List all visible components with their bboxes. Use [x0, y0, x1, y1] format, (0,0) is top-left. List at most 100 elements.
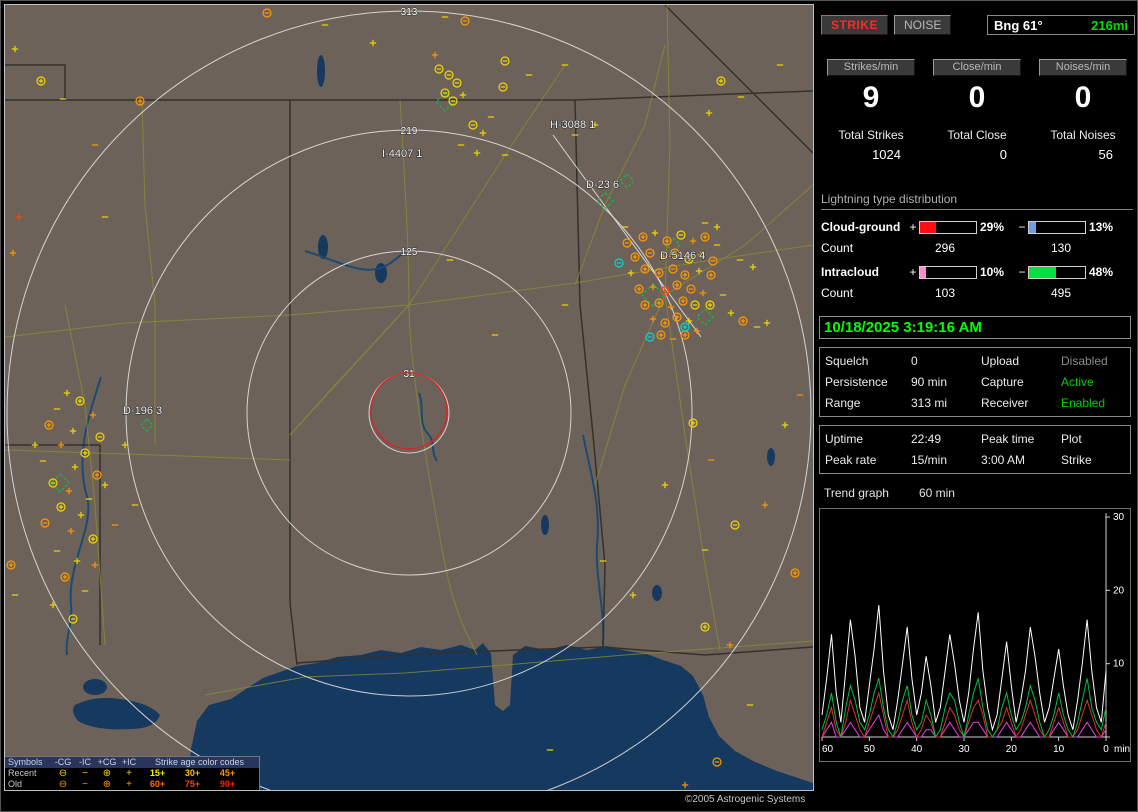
ic-negative-bar	[1028, 266, 1086, 279]
svg-text:60: 60	[822, 744, 834, 755]
strike-map[interactable]: 31321912531H-3088 1I-4407 1D-23 6D-5146 …	[4, 4, 814, 791]
cg-negative-percent: 13%	[1086, 220, 1125, 234]
legend-col-neg-cg: -CG	[52, 757, 74, 768]
svg-text:10: 10	[1053, 744, 1065, 755]
intracloud-label: Intracloud	[819, 265, 907, 279]
peak-time-value: 3:00 AM	[981, 453, 1061, 467]
svg-text:I-4407 1: I-4407 1	[382, 148, 422, 160]
plot-label: Plot	[1061, 432, 1130, 446]
close-per-min-value: 0	[925, 81, 1029, 115]
noises-per-min-value: 0	[1031, 81, 1135, 115]
circle-minus-icon: ⊖	[52, 779, 74, 790]
copyright-text: ©2005 Astrogenic Systems	[685, 794, 805, 805]
circle-plus-icon: ⊕	[96, 779, 118, 790]
squelch-label: Squelch	[825, 354, 911, 368]
legend-col-neg-ic: -IC	[74, 757, 96, 768]
peak-rate-label: Peak rate	[825, 453, 911, 467]
total-noises-label: Total Noises	[1031, 128, 1135, 142]
age-45: 45+	[210, 768, 245, 779]
ic-positive-bar	[919, 266, 977, 279]
svg-text:D-196 3: D-196 3	[123, 405, 162, 417]
total-noises-value: 56	[1031, 147, 1135, 162]
range-setting-value: 313 mi	[911, 396, 981, 410]
age-60: 60+	[140, 779, 175, 790]
cg-positive-count: 296	[921, 241, 1039, 255]
legend-col-pos-cg: +CG	[96, 757, 118, 768]
count-label: Count	[819, 286, 921, 300]
total-strikes-value: 1024	[819, 147, 923, 162]
svg-text:125: 125	[401, 247, 418, 258]
minus-sign: −	[1016, 220, 1028, 234]
noises-per-min-button[interactable]: Noises/min	[1039, 59, 1127, 76]
receiver-status-box: Squelch 0 Upload Disabled Persistence 90…	[819, 347, 1131, 417]
age-15: 15+	[140, 768, 175, 779]
legend-old-row: Old ⊖ − ⊕ + 60+ 75+ 90+	[5, 779, 259, 790]
svg-text:219: 219	[401, 126, 418, 137]
svg-text:30: 30	[1113, 512, 1125, 523]
strikes-per-min-value: 9	[819, 81, 923, 115]
peak-rate-value: 15/min	[911, 453, 981, 467]
total-close-value: 0	[925, 147, 1029, 162]
svg-text:H-3088 1: H-3088 1	[550, 119, 595, 131]
legend-old-label: Old	[5, 779, 52, 790]
distribution-title: Lightning type distribution	[821, 192, 1133, 210]
age-75: 75+	[175, 779, 210, 790]
persistence-value: 90 min	[911, 375, 981, 389]
trend-graph: 3020106050403020100min	[819, 508, 1131, 762]
cg-negative-count: 130	[1039, 241, 1071, 255]
minus-icon: −	[74, 779, 96, 790]
session-stats-box: Uptime 22:49 Peak time Plot Peak rate 15…	[819, 425, 1131, 474]
cloud-ground-count-row: Count 296 130	[819, 241, 1135, 255]
total-close-label: Total Close	[925, 128, 1029, 142]
count-label: Count	[819, 241, 921, 255]
legend-col-pos-ic: +IC	[118, 757, 140, 768]
receiver-label: Receiver	[981, 396, 1061, 410]
svg-text:D-23 6: D-23 6	[586, 179, 619, 191]
capture-label: Capture	[981, 375, 1061, 389]
map-canvas: 31321912531H-3088 1I-4407 1D-23 6D-5146 …	[5, 5, 813, 790]
trend-header: Trend graph 60 min	[824, 486, 1135, 500]
ic-negative-percent: 48%	[1086, 265, 1125, 279]
strikes-per-min-button[interactable]: Strikes/min	[827, 59, 915, 76]
close-per-min-column: Close/min 0 Total Close 0	[925, 59, 1029, 162]
plus-sign: +	[907, 265, 919, 279]
persistence-label: Persistence	[825, 375, 911, 389]
svg-text:10: 10	[1113, 659, 1125, 670]
svg-text:D-5146 4: D-5146 4	[660, 250, 705, 262]
svg-text:20: 20	[1006, 744, 1018, 755]
cg-negative-bar	[1028, 221, 1086, 234]
uptime-value: 22:49	[911, 432, 981, 446]
noise-mode-button[interactable]: NOISE	[894, 15, 951, 35]
peak-time-label: Peak time	[981, 432, 1061, 446]
svg-text:0: 0	[1103, 744, 1109, 755]
svg-text:min: min	[1114, 744, 1130, 755]
svg-text:40: 40	[911, 744, 923, 755]
svg-text:20: 20	[1113, 585, 1125, 596]
upload-label: Upload	[981, 354, 1061, 368]
strike-mode-button[interactable]: STRIKE	[821, 15, 888, 35]
squelch-value: 0	[911, 354, 981, 368]
intracloud-count-row: Count 103 495	[819, 286, 1135, 300]
legend-recent-row: Recent ⊖ − ⊕ + 15+ 30+ 45+	[5, 768, 259, 779]
trend-window-value: 60 min	[919, 486, 955, 500]
legend-age-header: Strike age color codes	[140, 757, 259, 768]
cloud-ground-label: Cloud-ground	[819, 220, 907, 234]
svg-text:30: 30	[958, 744, 970, 755]
upload-value: Disabled	[1061, 354, 1130, 368]
intracloud-row: Intracloud + 10% − 48%	[819, 265, 1135, 279]
legend-header-row: Symbols -CG -IC +CG +IC Strike age color…	[5, 757, 259, 768]
noises-per-min-column: Noises/min 0 Total Noises 56	[1031, 59, 1135, 162]
plus-icon: +	[118, 768, 140, 779]
status-panel: STRIKE NOISE Bng 61° 216mi Strikes/min 9…	[819, 1, 1135, 762]
bearing-range-display: Bng 61° 216mi	[987, 15, 1135, 35]
range-value: 216mi	[1091, 18, 1128, 33]
trend-graph-canvas: 3020106050403020100min	[820, 509, 1130, 761]
legend-symbols-header: Symbols	[5, 757, 52, 768]
age-30: 30+	[175, 768, 210, 779]
datetime-display: 10/18/2025 3:19:16 AM	[819, 316, 1131, 339]
close-per-min-button[interactable]: Close/min	[933, 59, 1021, 76]
cloud-ground-row: Cloud-ground + 29% − 13%	[819, 220, 1135, 234]
plus-sign: +	[907, 220, 919, 234]
lightning-tracker-app: 31321912531H-3088 1I-4407 1D-23 6D-5146 …	[0, 0, 1138, 812]
cg-positive-percent: 29%	[977, 220, 1016, 234]
